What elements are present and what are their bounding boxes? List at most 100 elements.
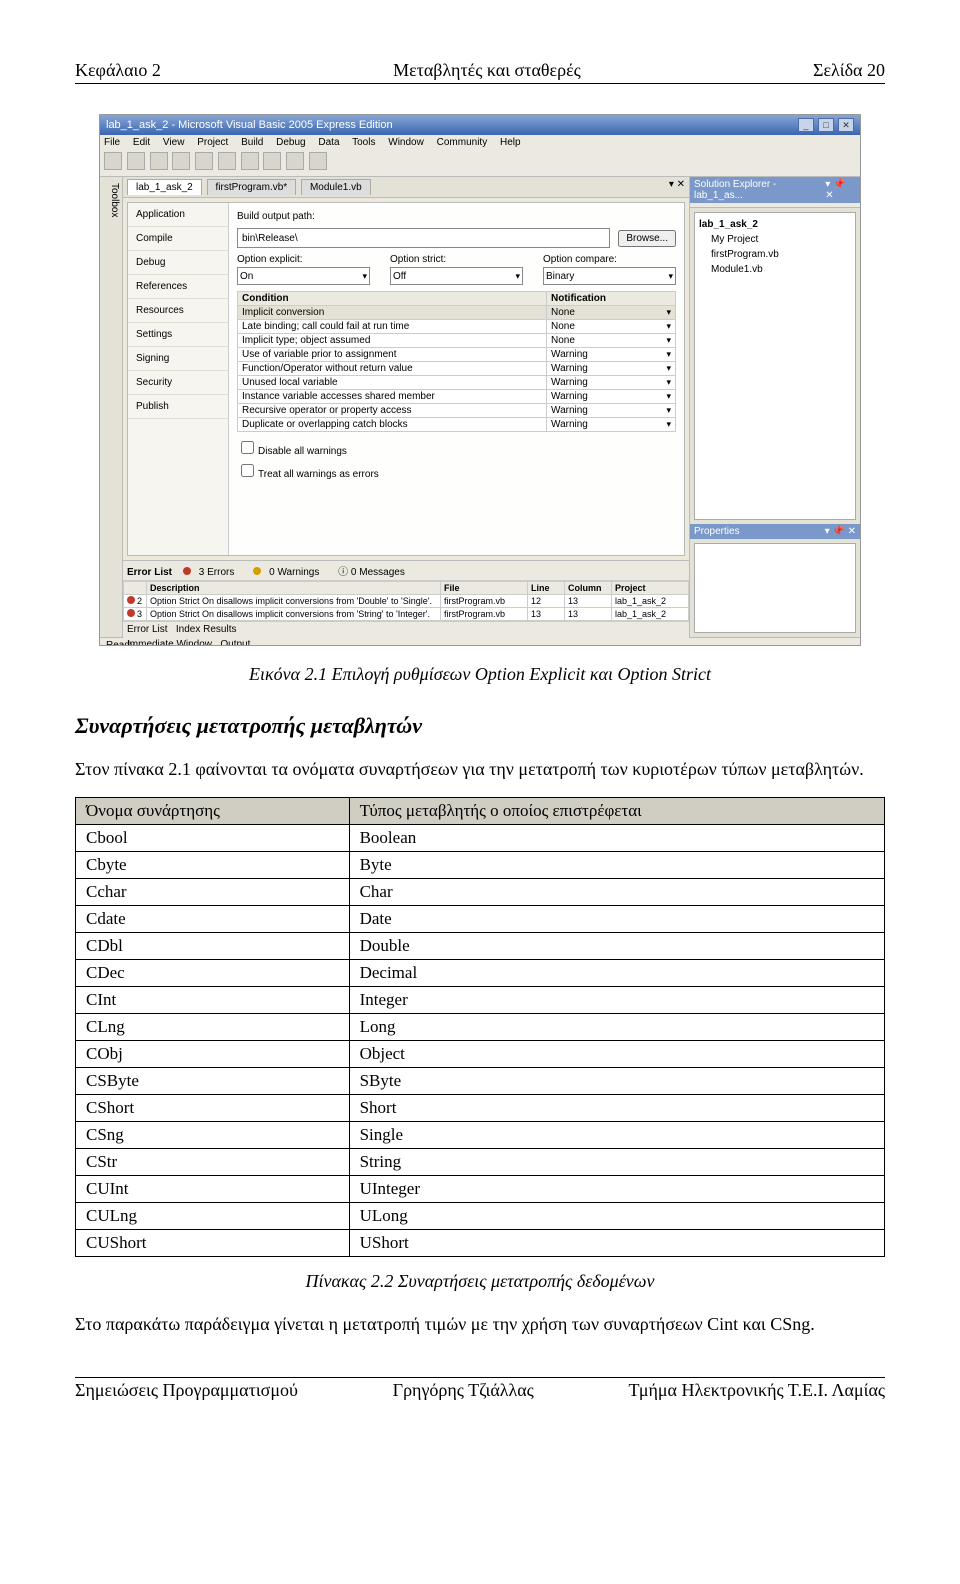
nav-item[interactable]: Debug — [128, 251, 228, 275]
nav-item[interactable]: Security — [128, 371, 228, 395]
toolbar-button[interactable] — [104, 152, 122, 170]
warn-cond: Late binding; call could fail at run tim… — [238, 320, 547, 334]
tab-output[interactable]: Output — [220, 639, 250, 646]
warn-notif-select[interactable]: Warning — [551, 377, 671, 388]
errors-count[interactable]: 3 Errors — [199, 567, 235, 578]
col-notification: Notification — [547, 292, 676, 306]
toolbar-button[interactable] — [241, 152, 259, 170]
footer-center: Γρηγόρης Τζιάλλας — [393, 1380, 534, 1401]
tab-active[interactable]: lab_1_ask_2 — [127, 179, 202, 195]
option-strict-select[interactable]: Off — [390, 267, 523, 285]
pin-icon[interactable]: ▾ 📌 ✕ — [825, 526, 856, 537]
table-row: CUIntUInteger — [76, 1176, 885, 1203]
warn-cond: Duplicate or overlapping catch blocks — [238, 418, 547, 432]
disable-warnings-checkbox[interactable] — [241, 441, 254, 454]
tab-item[interactable]: Module1.vb — [301, 179, 371, 195]
nav-item[interactable]: Application — [128, 203, 228, 227]
table-row: CboolBoolean — [76, 825, 885, 852]
menu-item[interactable]: Data — [318, 137, 339, 148]
section-heading: Συναρτήσεις μετατροπής μεταβλητών — [75, 713, 885, 739]
warn-notif-select[interactable]: None — [551, 307, 671, 318]
tab-index-results[interactable]: Index Results — [176, 624, 237, 635]
table-row: CObjObject — [76, 1041, 885, 1068]
tree-item[interactable]: Module1.vb — [711, 262, 851, 277]
warnings-count[interactable]: 0 Warnings — [269, 567, 319, 578]
menu-item[interactable]: View — [163, 137, 185, 148]
warn-cond: Unused local variable — [238, 376, 547, 390]
warn-notif-select[interactable]: Warning — [551, 405, 671, 416]
build-path-input[interactable]: bin\Release\ — [237, 228, 610, 248]
warn-notif-select[interactable]: None — [551, 321, 671, 332]
toolbar-button[interactable] — [263, 152, 281, 170]
nav-item[interactable]: Signing — [128, 347, 228, 371]
option-strict-label: Option strict: — [390, 254, 523, 265]
warn-notif-select[interactable]: Warning — [551, 391, 671, 402]
tree-project[interactable]: lab_1_ask_2 — [699, 217, 851, 232]
nav-item[interactable]: Compile — [128, 227, 228, 251]
menu-item[interactable]: Debug — [276, 137, 305, 148]
toolbar-button[interactable] — [127, 152, 145, 170]
warn-notif-select[interactable]: Warning — [551, 363, 671, 374]
warn-cond: Use of variable prior to assignment — [238, 348, 547, 362]
toolbox-strip[interactable]: Toolbox — [100, 177, 123, 637]
nav-item[interactable]: Resources — [128, 299, 228, 323]
warn-notif-select[interactable]: None — [551, 335, 671, 346]
menu-item[interactable]: Project — [197, 137, 228, 148]
toolbar — [100, 150, 860, 177]
window-titlebar: lab_1_ask_2 - Microsoft Visual Basic 200… — [100, 115, 860, 135]
warn-notif-select[interactable]: Warning — [551, 349, 671, 360]
menu-item[interactable]: Build — [241, 137, 263, 148]
menu-item[interactable]: Edit — [133, 137, 150, 148]
tab-immediate[interactable]: Immediate Window — [127, 639, 212, 646]
tab-errorlist[interactable]: Error List — [127, 624, 168, 635]
menu-item[interactable]: Window — [388, 137, 424, 148]
build-path-label: Build output path: — [237, 211, 347, 222]
maximize-icon[interactable]: □ — [818, 118, 834, 132]
tree-item[interactable]: My Project — [711, 232, 851, 247]
messages-count[interactable]: ⓘ 0 Messages — [338, 567, 413, 578]
menu-item[interactable]: Help — [500, 137, 521, 148]
error-row[interactable]: 3 Option Strict On disallows implicit co… — [124, 608, 689, 621]
error-icon — [127, 609, 135, 617]
errorlist-panel: Error List 3 Errors 0 Warnings ⓘ 0 Messa… — [123, 560, 689, 637]
toolbar-button[interactable] — [309, 152, 327, 170]
conversion-functions-table: Όνομα συνάρτησης Τύπος μεταβλητής ο οποί… — [75, 797, 885, 1257]
menu-item[interactable]: Tools — [352, 137, 375, 148]
tab-item[interactable]: firstProgram.vb* — [207, 179, 297, 195]
table-row: CShortShort — [76, 1095, 885, 1122]
menu-item[interactable]: File — [104, 137, 120, 148]
option-explicit-select[interactable]: On — [237, 267, 370, 285]
tree-item[interactable]: firstProgram.vb — [711, 247, 851, 262]
table-row: CDecDecimal — [76, 960, 885, 987]
nav-item[interactable]: Publish — [128, 395, 228, 419]
toolbar-button[interactable] — [172, 152, 190, 170]
window-title: lab_1_ask_2 - Microsoft Visual Basic 200… — [106, 119, 393, 131]
treat-warnings-label: Treat all warnings as errors — [258, 469, 379, 480]
warn-cond: Implicit conversion — [238, 306, 547, 320]
table-row: CSByteSByte — [76, 1068, 885, 1095]
toolbar-button[interactable] — [286, 152, 304, 170]
nav-item[interactable]: Settings — [128, 323, 228, 347]
minimize-icon[interactable]: _ — [798, 118, 814, 132]
error-row[interactable]: 2 Option Strict On disallows implicit co… — [124, 595, 689, 608]
header-right: Σελίδα 20 — [813, 60, 885, 81]
toolbar-button[interactable] — [150, 152, 168, 170]
pin-icon[interactable]: ▾ 📌 ✕ — [825, 179, 856, 201]
option-compare-select[interactable]: Binary — [543, 267, 676, 285]
table-row: CULngULong — [76, 1203, 885, 1230]
solution-tree: lab_1_ask_2 My Project firstProgram.vb M… — [694, 212, 856, 520]
properties-grid — [694, 543, 856, 633]
menu-item[interactable]: Community — [437, 137, 488, 148]
footer-left: Σημειώσεις Προγραμματισμού — [75, 1380, 298, 1401]
close-icon[interactable]: ✕ — [838, 118, 854, 132]
treat-warnings-checkbox[interactable] — [241, 464, 254, 477]
tab-close-icon[interactable]: ▾ ✕ — [669, 179, 685, 190]
nav-item[interactable]: References — [128, 275, 228, 299]
warn-notif-select[interactable]: Warning — [551, 419, 671, 430]
err-col-col: Column — [565, 582, 612, 595]
browse-button[interactable]: Browse... — [618, 230, 676, 247]
toolbar-button[interactable] — [195, 152, 213, 170]
col-condition: Condition — [238, 292, 547, 306]
err-col-num — [124, 582, 147, 595]
toolbar-button[interactable] — [218, 152, 236, 170]
